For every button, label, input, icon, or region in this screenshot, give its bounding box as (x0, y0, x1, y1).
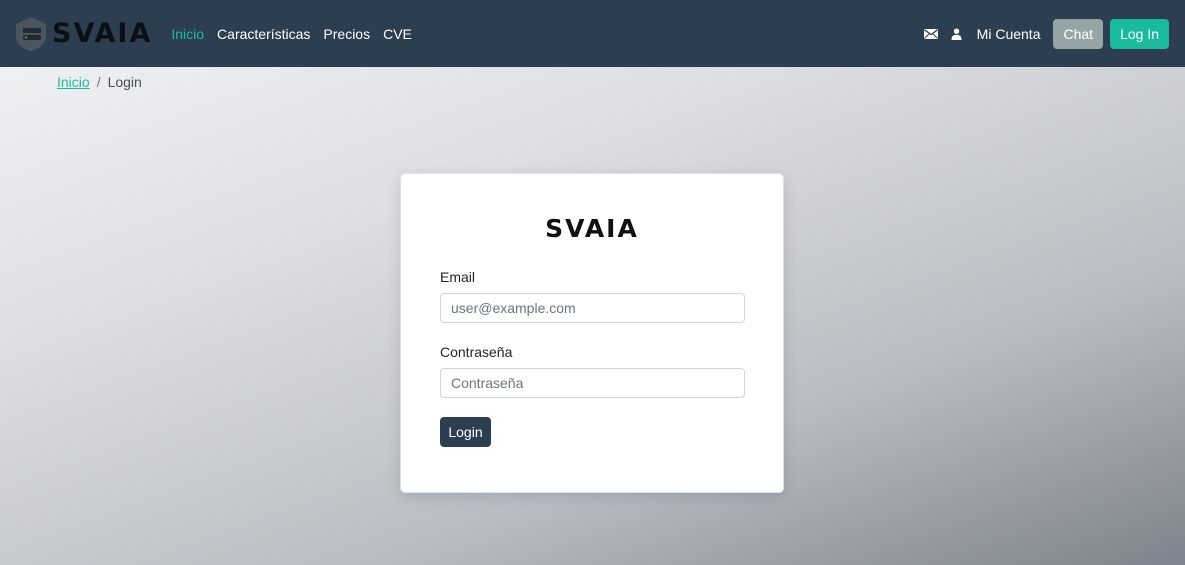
password-input[interactable] (440, 368, 745, 398)
brand-logo[interactable]: SVAIA (14, 16, 152, 52)
email-label: Email (440, 269, 476, 285)
breadcrumb: Inicio / Login (57, 74, 142, 90)
user-icon[interactable] (944, 24, 970, 44)
nav-link-caracteristicas[interactable]: Características (217, 26, 310, 42)
my-account-link[interactable]: Mi Cuenta (977, 26, 1041, 42)
nav-link-precios[interactable]: Precios (323, 26, 370, 42)
brand-name: SVAIA (52, 18, 153, 49)
login-card-title: SVAIA (545, 214, 639, 243)
breadcrumb-current: Login (107, 74, 142, 90)
nav-right: Mi Cuenta Chat Log In (918, 18, 1169, 49)
breadcrumb-home-link[interactable]: Inicio (57, 74, 90, 90)
login-card: SVAIA Email Contraseña Login (400, 173, 784, 493)
nav-link-cve[interactable]: CVE (383, 26, 412, 42)
login-submit-button[interactable]: Login (440, 417, 491, 447)
password-label: Contraseña (440, 344, 513, 360)
breadcrumb-separator: / (96, 74, 101, 90)
email-input[interactable] (440, 293, 745, 323)
chat-button[interactable]: Chat (1053, 18, 1104, 49)
top-navbar: SVAIA Inicio Características Precios CVE… (0, 0, 1185, 67)
shield-logo-icon (16, 16, 46, 51)
nav-links: Inicio Características Precios CVE (171, 26, 425, 42)
log-in-button[interactable]: Log In (1110, 18, 1169, 49)
envelope-icon[interactable] (918, 24, 944, 44)
nav-link-inicio[interactable]: Inicio (171, 26, 204, 42)
